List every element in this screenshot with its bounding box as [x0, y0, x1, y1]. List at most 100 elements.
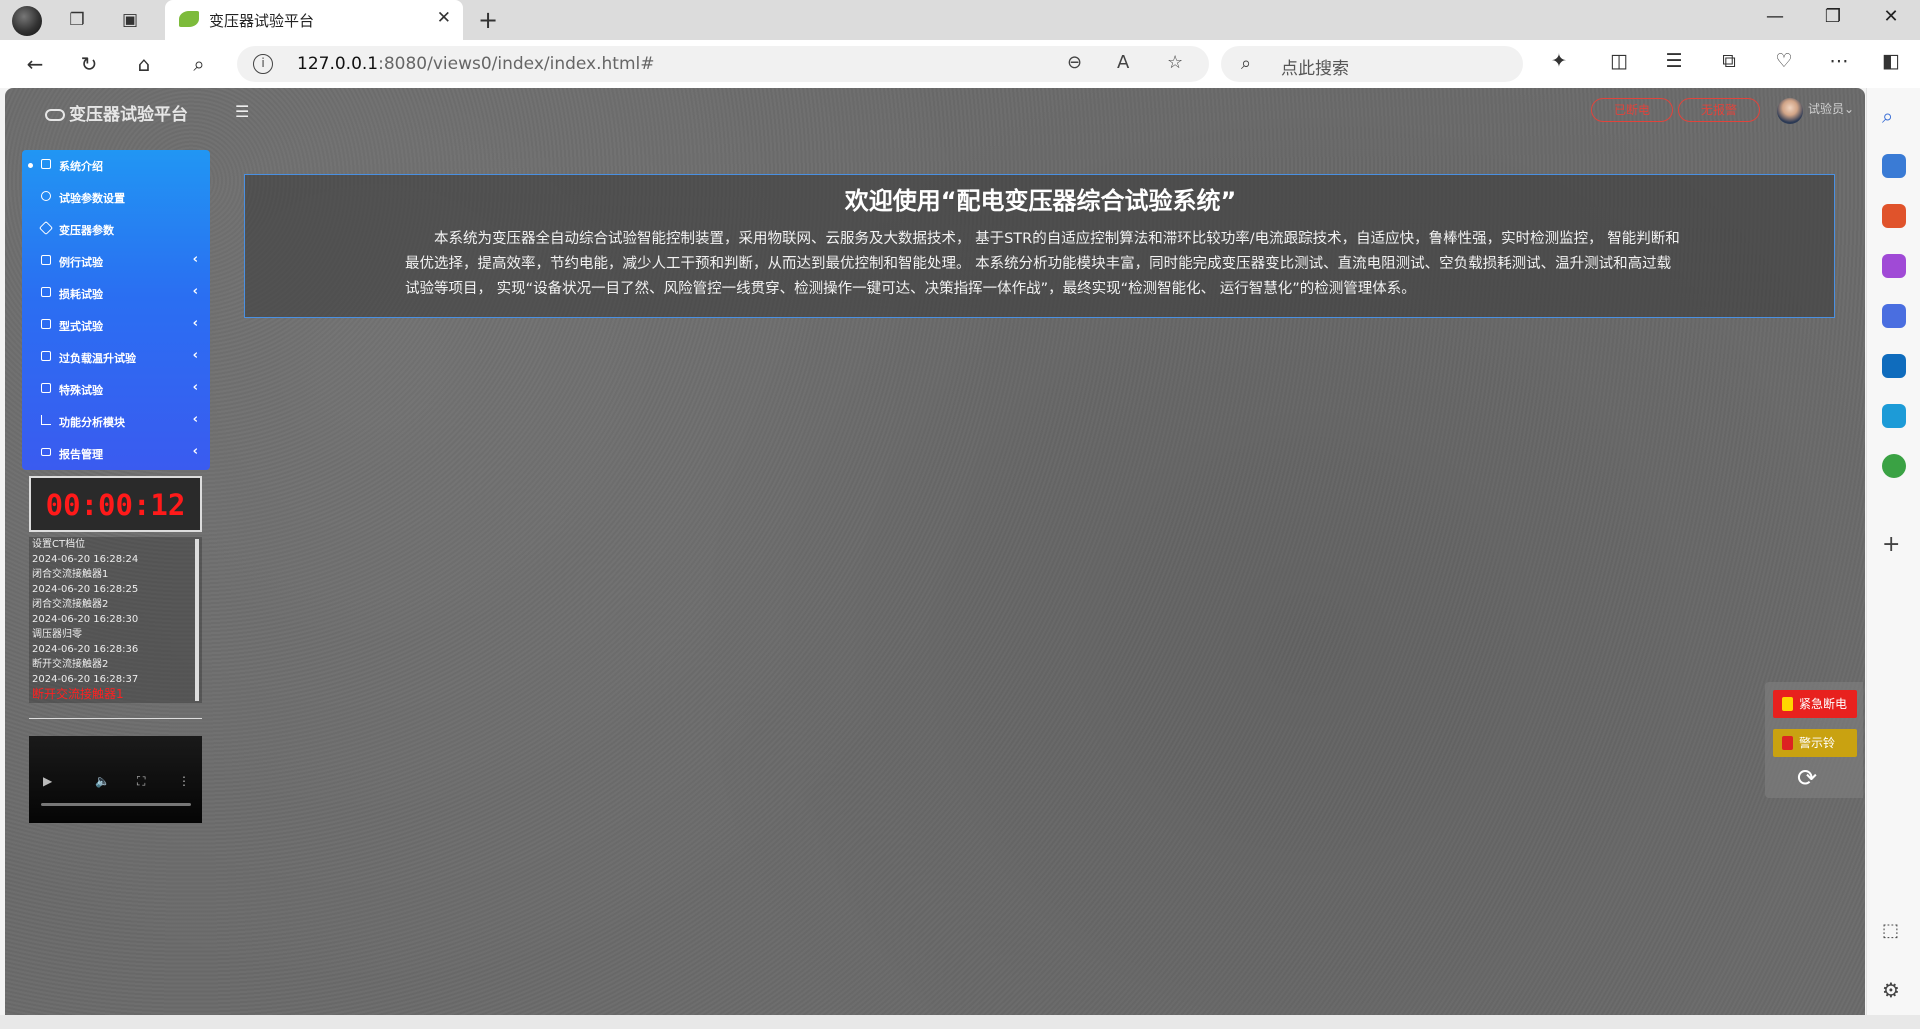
alarm-bell-button[interactable]: 警示铃 [1773, 729, 1857, 757]
volume-icon[interactable]: 🔈 [95, 774, 110, 788]
warning-light-icon [1782, 697, 1793, 711]
search-icon[interactable]: ⌕ [185, 50, 213, 78]
chevron-left-icon: ‹ [192, 316, 198, 331]
search-placeholder: 点此搜索 [1281, 59, 1349, 79]
video-progress-bar[interactable] [41, 803, 191, 806]
favorites-icon[interactable]: ☰ [1660, 50, 1688, 72]
list-item: 2024-06-20 16:28:24 [32, 554, 139, 565]
video-player[interactable]: ▶ 🔈 ⛶ ⋮ [29, 736, 202, 823]
split-screen-icon[interactable]: ◫ [1605, 50, 1633, 72]
add-icon[interactable]: + [1882, 532, 1906, 557]
close-window-icon[interactable]: ✕ [1876, 6, 1906, 27]
box-icon [41, 255, 51, 265]
box-icon [41, 383, 51, 393]
home-icon[interactable]: ⌂ [130, 50, 158, 78]
box-icon [41, 351, 51, 361]
site-info-icon[interactable]: i [253, 54, 273, 74]
box-icon [41, 319, 51, 329]
page-viewport: 变压器试验平台 ☰ 已断电 无报警 试验员⌄ 系统介绍 试验参数设置 变压器参数… [5, 88, 1865, 1015]
user-menu[interactable]: 试验员⌄ [1808, 100, 1854, 117]
welcome-description: 本系统为变压器全自动综合试验智能控制装置，采用物联网、云服务及大数据技术， 基于… [405, 231, 1680, 297]
avatar[interactable] [1777, 98, 1803, 124]
minimize-icon[interactable]: — [1760, 6, 1790, 27]
alarm-status-badge: 无报警 [1678, 98, 1761, 122]
url-text[interactable]: 127.0.0.1:8080/views0/index/index.html# [297, 54, 655, 74]
welcome-panel: 欢迎使用“配电变压器综合试验系统” 本系统为变压器全自动综合试验智能控制装置，采… [244, 174, 1835, 318]
browser-toolbar: ← ↻ ⌂ ⌕ i 127.0.0.1:8080/views0/index/in… [0, 40, 1920, 88]
close-tab-icon[interactable]: ✕ [437, 8, 451, 28]
read-aloud-icon[interactable]: A [1117, 52, 1129, 73]
address-bar[interactable]: i 127.0.0.1:8080/views0/index/index.html… [237, 46, 1209, 82]
sidebar-item-loss-test[interactable]: 损耗试验 ‹ [22, 278, 210, 310]
grid-icon [41, 159, 51, 169]
sidebar-item-overload-temp-test[interactable]: 过负载温升试验 ‹ [22, 342, 210, 374]
favorite-star-icon[interactable]: ☆ [1167, 52, 1183, 73]
search-icon: ⌕ [1241, 53, 1252, 74]
browser-tab-active[interactable]: 变压器试验平台 ✕ [165, 0, 463, 40]
refresh-icon[interactable]: ⟳ [1797, 764, 1817, 792]
list-item: 2024-06-20 16:28:30 [32, 614, 139, 625]
sidebar-item-test-params[interactable]: 试验参数设置 [22, 182, 210, 214]
list-item: 闭合交流接触器2 [32, 599, 109, 610]
power-status-badge: 已断电 [1591, 98, 1674, 122]
vertical-tabs-icon[interactable]: ▣ [117, 8, 143, 32]
sidebar-item-type-test[interactable]: 型式试验 ‹ [22, 310, 210, 342]
copilot-icon[interactable] [1882, 304, 1906, 328]
list-item: 断开交流接触器2 [32, 659, 109, 670]
more-menu-icon[interactable]: ⋯ [1825, 50, 1853, 72]
browser-essentials-icon[interactable]: ♡ [1770, 50, 1798, 72]
restore-icon[interactable]: ❐ [1818, 6, 1848, 27]
sidebar-toggle-icon[interactable]: ◧ [1877, 50, 1905, 72]
settings-gear-icon[interactable]: ⚙ [1882, 978, 1906, 1002]
list-item: 设置CT档位 [32, 539, 86, 550]
extensions-icon[interactable]: ✦ [1545, 50, 1573, 72]
sidebar-item-routine-test[interactable]: 例行试验 ‹ [22, 246, 210, 278]
screenshot-icon[interactable]: ⬚ [1882, 920, 1906, 944]
divider [29, 718, 202, 719]
log-alert-line: 断开交流接触器1 [32, 687, 124, 701]
list-item: 2024-06-20 16:28:37 [32, 674, 139, 685]
send-icon[interactable] [1882, 404, 1906, 428]
leaf-icon [179, 11, 199, 27]
fullscreen-icon[interactable]: ⛶ [137, 774, 145, 789]
play-icon[interactable]: ▶ [43, 774, 52, 788]
new-tab-icon[interactable]: + [478, 6, 498, 34]
profile-avatar[interactable] [12, 6, 42, 36]
hamburger-menu-icon[interactable]: ☰ [235, 102, 249, 121]
sidebar-item-intro[interactable]: 系统介绍 [22, 150, 210, 182]
bottom-edge [0, 1015, 1920, 1029]
edge-sidebar: ⌕ + ⬚ ⚙ [1866, 88, 1920, 1018]
games-icon[interactable] [1882, 254, 1906, 278]
list-item: 2024-06-20 16:28:25 [32, 584, 139, 595]
operation-log[interactable]: 设置CT档位 2024-06-20 16:28:24 闭合交流接触器1 2024… [29, 537, 202, 703]
zoom-out-icon[interactable]: ⊖ [1067, 52, 1082, 73]
workspaces-icon[interactable]: ❐ [64, 8, 90, 32]
video-more-icon[interactable]: ⋮ [178, 774, 190, 788]
tree-icon[interactable] [1882, 454, 1906, 478]
sidebar-item-analysis[interactable]: 功能分析模块 ‹ [22, 406, 210, 438]
search-icon[interactable]: ⌕ [1882, 104, 1906, 128]
emergency-power-off-button[interactable]: 紧急断电 [1773, 690, 1857, 718]
sidebar-item-special-test[interactable]: 特殊试验 ‹ [22, 374, 210, 406]
cloud-icon [45, 109, 65, 121]
laptop-icon [41, 448, 51, 456]
sidebar-item-transformer-params[interactable]: 变压器参数 [22, 214, 210, 246]
toolbox-icon[interactable] [1882, 204, 1906, 228]
outlook-icon[interactable] [1882, 354, 1906, 378]
chevron-left-icon: ‹ [192, 412, 198, 427]
gear-icon [41, 191, 51, 201]
log-scrollbar[interactable] [195, 539, 199, 701]
chevron-left-icon: ‹ [192, 348, 198, 363]
sidebar-menu: 系统介绍 试验参数设置 变压器参数 例行试验 ‹ 损耗试验 ‹ 型式试验 ‹ 过… [22, 150, 210, 470]
browser-search-bar[interactable]: ⌕ 点此搜索 [1221, 46, 1523, 82]
app-logo[interactable]: 变压器试验平台 [45, 100, 188, 125]
collections-icon[interactable]: ⧉ [1715, 50, 1743, 72]
back-arrow-icon[interactable]: ← [21, 50, 49, 78]
bar-chart-icon [41, 415, 51, 425]
browser-tab-strip: ❐ ▣ 变压器试验平台 ✕ + — ❐ ✕ [0, 0, 1920, 40]
sidebar-item-reports[interactable]: 报告管理 ‹ [22, 438, 210, 470]
refresh-icon[interactable]: ↻ [75, 50, 103, 78]
chevron-left-icon: ‹ [192, 252, 198, 267]
chevron-left-icon: ‹ [192, 444, 198, 459]
shopping-tag-icon[interactable] [1882, 154, 1906, 178]
